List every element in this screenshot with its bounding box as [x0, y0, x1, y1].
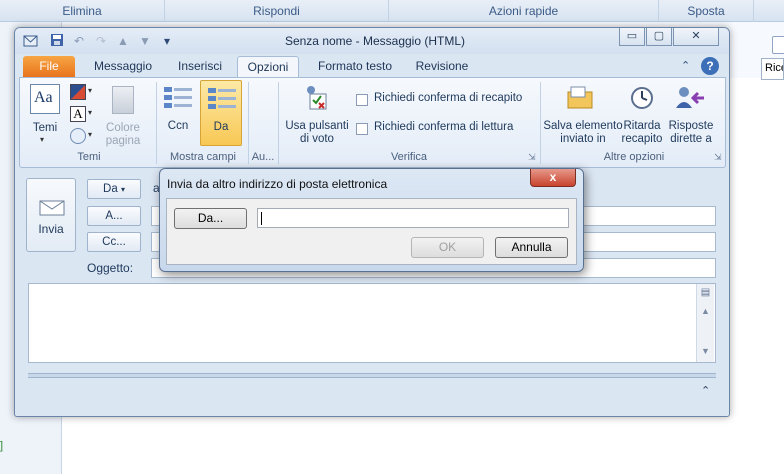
ribbon-tabs: File Messaggio Inserisci Opzioni Formato… [15, 54, 729, 77]
background-checkbox[interactable] [772, 36, 784, 54]
read-receipt-checkbox[interactable] [356, 123, 368, 135]
dialog-launcher-icon[interactable]: ⇲ [714, 152, 722, 163]
ribbon-separator [278, 82, 279, 164]
ribbon-opzioni: Aa Temi ▾ A ▾ ▾ ▾ Colore pagina Temi Ccn… [19, 77, 726, 168]
delay-delivery-icon [626, 84, 656, 112]
cancel-button[interactable]: Annulla [495, 237, 568, 258]
da-button-highlight[interactable]: Da [200, 80, 242, 146]
page-color-icon [112, 86, 134, 114]
window-title: Senza nome - Messaggio (HTML) [284, 34, 466, 48]
send-button[interactable]: Invia [26, 178, 76, 252]
tab-revisione[interactable]: Revisione [407, 56, 477, 77]
delivery-receipt-checkbox[interactable] [356, 94, 368, 106]
minimize-button[interactable]: ▭ [619, 28, 645, 46]
direct-replies-icon [674, 84, 706, 112]
group-azioni-rapide: Azioni rapide [389, 0, 659, 22]
tab-messaggio[interactable]: Messaggio [87, 56, 159, 77]
group-sposta: Sposta [659, 0, 754, 22]
read-receipt-label: Richiedi conferma di lettura [374, 121, 514, 133]
save-sent-button[interactable]: Salva elemento inviato in [542, 120, 624, 146]
tab-inserisci[interactable]: Inserisci [169, 56, 231, 77]
save-icon[interactable] [49, 33, 65, 49]
scroll-up-icon[interactable]: ▲ [699, 306, 712, 319]
group-elimina: Elimina [0, 0, 165, 22]
colore-pagina-button[interactable]: Colore pagina [100, 122, 146, 148]
send-from-dialog: Invia da altro indirizzo di posta elettr… [159, 168, 584, 272]
theme-fonts-icon[interactable]: A [70, 106, 86, 122]
undo-icon[interactable]: ↶ [71, 33, 87, 49]
ribbon-separator [540, 82, 541, 164]
theme-effects-icon[interactable] [70, 128, 86, 144]
maximize-button[interactable]: ▢ [646, 28, 672, 46]
collapse-ribbon-icon[interactable]: ⌃ [681, 59, 695, 73]
envelope-icon [39, 199, 65, 217]
redo-icon[interactable]: ↷ [93, 33, 109, 49]
outlook-app-icon[interactable] [23, 33, 39, 49]
ok-button[interactable]: OK [411, 237, 484, 258]
delivery-receipt-label: Richiedi conferma di recapito [374, 92, 523, 104]
message-body[interactable] [28, 283, 716, 363]
body-scrollbar[interactable]: ▤ ▲ ▼ [696, 284, 714, 362]
temi-button[interactable]: Temi [26, 122, 64, 135]
tab-file[interactable]: File [23, 56, 75, 77]
group-au-label: Au... [251, 151, 275, 163]
subject-label: Oggetto: [87, 261, 134, 275]
ccn-button[interactable]: Ccn [160, 120, 196, 133]
group-temi-label: Temi [77, 151, 101, 163]
chevron-down-icon: ▾ [88, 86, 93, 95]
delay-delivery-button[interactable]: Ritarda recapito [620, 120, 664, 146]
voting-buttons-button[interactable]: Usa pulsanti di voto [284, 120, 350, 146]
chevron-down-icon: ▾ [120, 185, 125, 194]
cc-button[interactable]: Cc... [87, 232, 141, 252]
ribbon-separator [248, 82, 249, 164]
dialog-title: Invia da altro indirizzo di posta elettr… [167, 177, 388, 191]
title-bar: ↶ ↷ ▲ ▼ ▾ Senza nome - Messaggio (HTML) … [15, 28, 729, 54]
scroll-down-icon[interactable]: ▼ [699, 346, 712, 359]
send-label: Invia [38, 222, 64, 236]
group-altre-opzioni-label: Altre opzioni [603, 151, 665, 163]
to-button[interactable]: A... [87, 206, 141, 226]
dialog-close-button[interactable]: x [530, 169, 576, 187]
theme-colors-icon[interactable] [70, 84, 86, 100]
folder-indicator: ] [0, 440, 4, 452]
group-mostra-campi-label: Mostra campi [169, 151, 237, 163]
close-button[interactable]: ✕ [673, 28, 719, 46]
up-arrow-icon[interactable]: ▲ [115, 33, 131, 49]
chevron-down-icon: ▾ [88, 108, 93, 117]
tab-formato-testo[interactable]: Formato testo [311, 56, 399, 77]
down-arrow-icon[interactable]: ▼ [137, 33, 153, 49]
dialog-launcher-icon[interactable]: ⇲ [528, 152, 536, 163]
da-icon [206, 85, 238, 113]
da-button: Da [213, 121, 229, 133]
expand-people-pane-icon[interactable]: ⌃ [701, 384, 710, 397]
main-ribbon-strip: Elimina Rispondi Azioni rapide Sposta [0, 0, 784, 22]
dialog-client-area: Da... OK Annulla [166, 198, 577, 265]
customize-qat-icon[interactable]: ▾ [159, 33, 175, 49]
dialog-from-button[interactable]: Da... [174, 208, 247, 229]
group-rispondi: Rispondi [165, 0, 389, 22]
group-verifica-label: Verifica [390, 151, 428, 163]
direct-replies-button[interactable]: Risposte dirette a [666, 120, 716, 146]
from-field-label: Da [103, 183, 118, 195]
from-field-button[interactable]: Da ▾ [87, 179, 141, 199]
search-field-partial[interactable]: Rice [761, 58, 784, 80]
save-sent-icon [566, 84, 596, 112]
chevron-down-icon: ▾ [88, 130, 93, 139]
voting-buttons-icon [300, 84, 332, 112]
ccn-icon [162, 84, 194, 112]
temi-dropdown-icon: ▾ [40, 135, 45, 144]
themes-icon: Aa [30, 84, 60, 114]
help-icon[interactable]: ? [701, 57, 719, 75]
ruler-icon[interactable]: ▤ [699, 287, 712, 300]
text-cursor [261, 212, 262, 225]
ribbon-separator [156, 82, 157, 164]
tab-opzioni[interactable]: Opzioni [237, 56, 299, 77]
people-pane-divider[interactable] [28, 373, 716, 378]
dialog-from-input[interactable] [257, 208, 569, 228]
